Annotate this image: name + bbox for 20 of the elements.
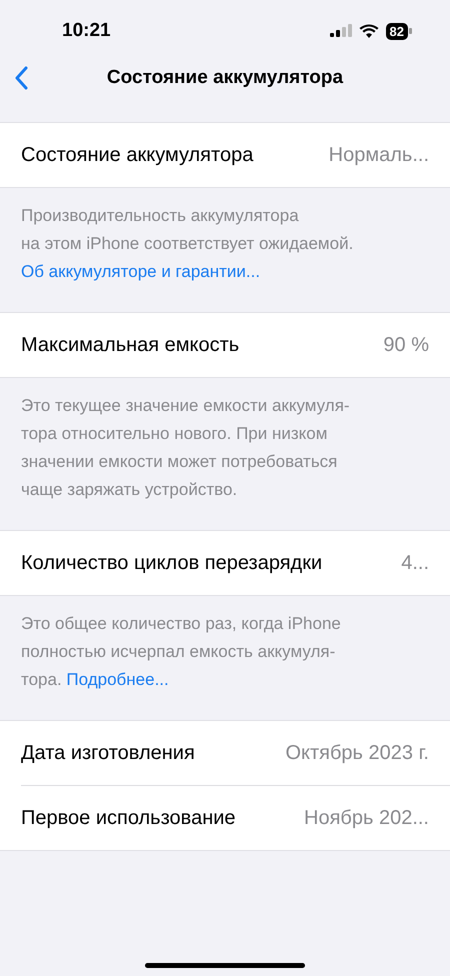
signal-icon <box>330 24 352 38</box>
back-chevron-icon <box>14 66 28 90</box>
row-value: 90 % <box>383 334 429 356</box>
nav-title: Состояние аккумулятора <box>106 67 344 89</box>
info-link[interactable]: Об аккумуляторе и гарантии... <box>21 262 260 281</box>
info-link[interactable]: Подробнее... <box>66 670 169 689</box>
row-value: Нормаль... <box>328 144 429 166</box>
row-label: Максимальная емкость <box>21 334 240 356</box>
footer-text: Это текущее значение емкости аккумуля- тора относительно нового. При низком значении емкости может потребоваться чаще заряжать устройство. <box>20 395 351 501</box>
row-label: Дата изготовления <box>21 742 195 764</box>
row-value: 4... <box>401 552 429 574</box>
row-label: Количество циклов перезарядки <box>21 552 322 574</box>
row-label: Первое использование <box>21 806 236 830</box>
row-label: Состояние аккумулятора <box>21 144 254 166</box>
row-value: Октябрь 2023 г. <box>285 742 429 764</box>
footer-text: Это общее количество раз, когда iPhone полностью исчерпал емкость аккумуля- тора. Подробнее... <box>20 613 342 691</box>
footer-text: Производительность аккумулятора на этом iPhone соответствует ожидаемой. Об аккумуляторе и гарантии... <box>20 205 354 283</box>
status-time: 10:21 <box>62 20 111 42</box>
row-value: Ноябрь 202... <box>304 806 429 830</box>
wifi-icon <box>358 24 379 38</box>
